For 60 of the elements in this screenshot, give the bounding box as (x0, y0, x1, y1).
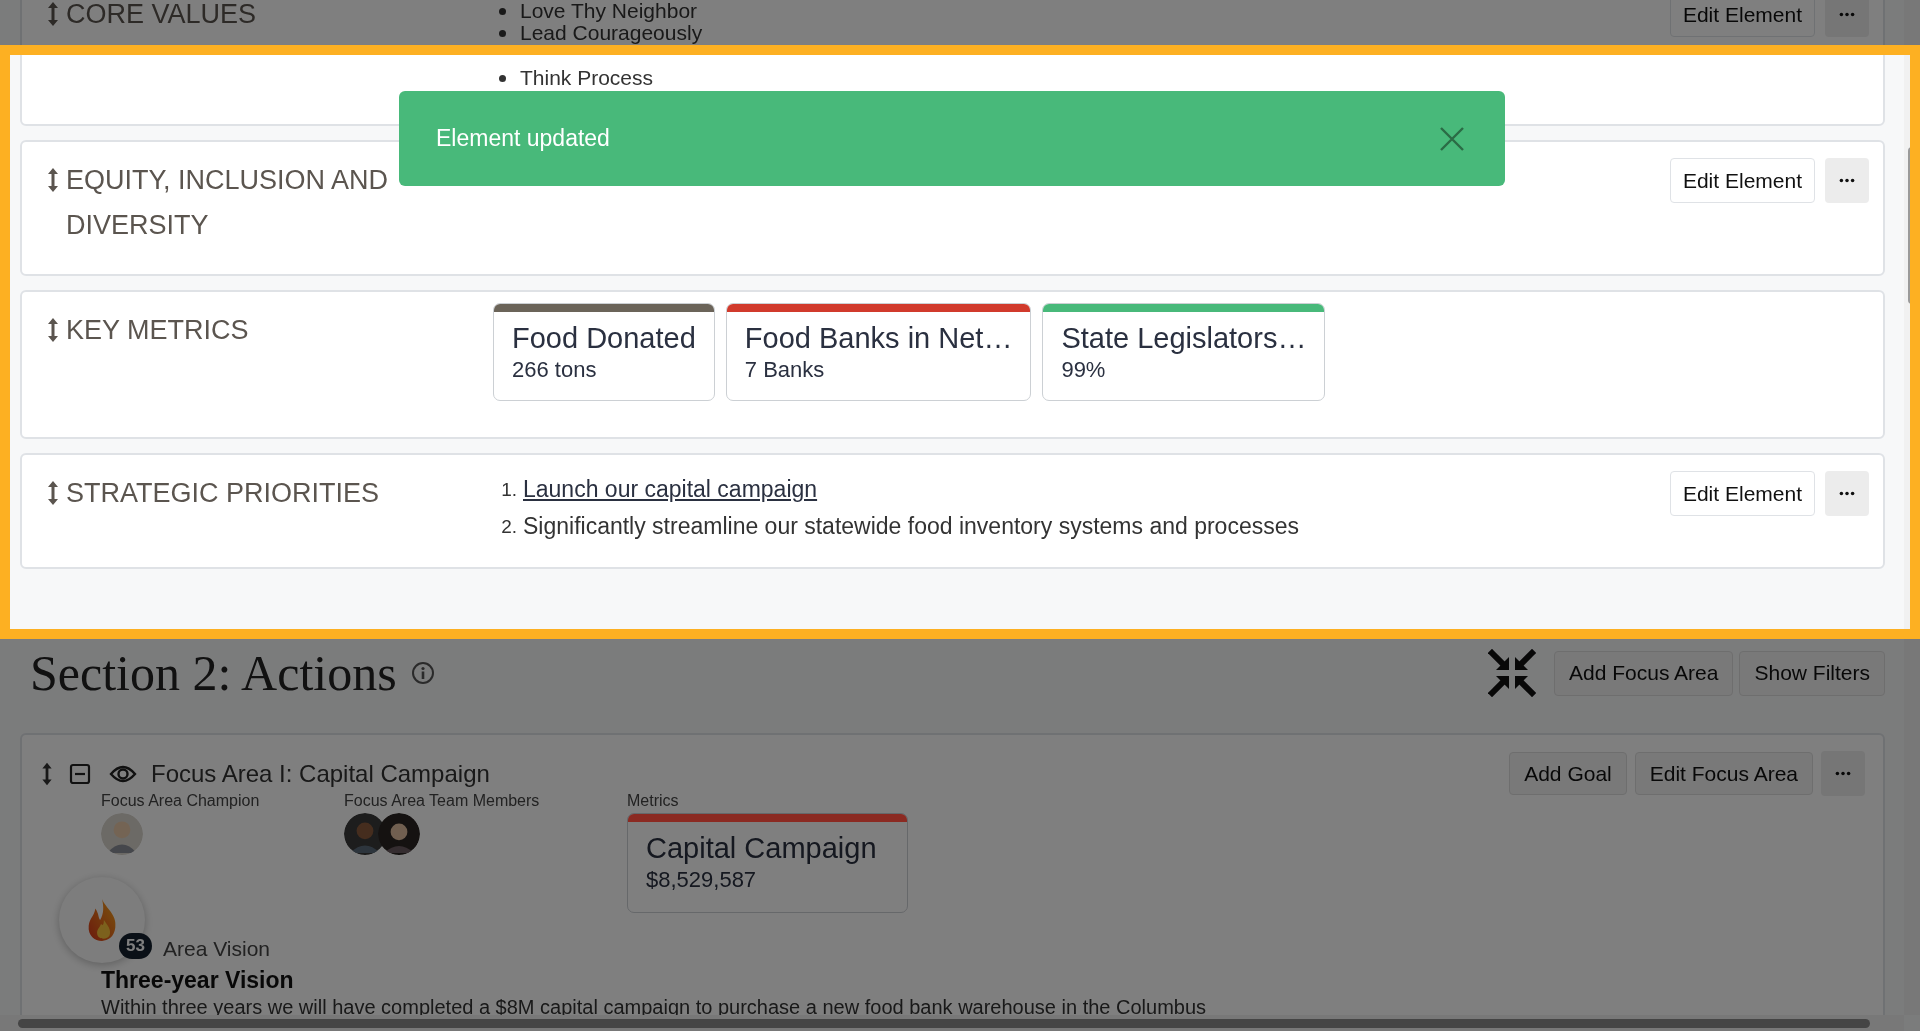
element-title: STRATEGIC PRIORITIES (66, 477, 381, 510)
bullet-icon (499, 29, 506, 37)
toast-message: Element updated (436, 125, 610, 152)
edit-element-button[interactable]: Edit Element (1669, 158, 1815, 203)
vision-text: Within three years we will have completed a $8M capital campaign to purchase a new food bank warehouse in the Columbus (101, 996, 1208, 1018)
more-icon (1839, 178, 1855, 183)
drag-handle-icon[interactable] (45, 479, 61, 507)
info-icon[interactable] (410, 661, 435, 685)
element-title: EQUITY, INCLUSION AND DIVERSITY (66, 164, 390, 242)
field-label: Metrics (627, 791, 680, 811)
vision-title: Three-year Vision (101, 967, 295, 994)
focus-area-title: Focus Area I: Capital Campaign (151, 759, 490, 788)
core-value: Lead Courageously (520, 21, 703, 45)
metric-card[interactable]: State Legislators… 99% (1042, 303, 1326, 401)
field-label: Focus Area Team Members (344, 791, 541, 811)
metric-card[interactable]: Food Donated 266 tons (493, 303, 715, 401)
section-button[interactable]: Show Filters (1739, 650, 1885, 696)
element-title: KEY METRICS (66, 314, 250, 347)
close-icon[interactable] (1439, 125, 1465, 152)
avatar[interactable] (378, 813, 420, 855)
metric-value: 7 Banks (744, 356, 826, 384)
bullet-icon (499, 74, 506, 82)
more-icon (1835, 771, 1851, 776)
collapse-icon[interactable] (69, 762, 91, 785)
horizontal-scrollbar[interactable] (0, 1015, 1904, 1031)
drag-handle-icon[interactable] (45, 166, 61, 194)
priority-link[interactable]: Launch our capital campaign (523, 471, 818, 508)
drag-handle-icon[interactable] (45, 0, 61, 28)
avatar[interactable] (101, 813, 143, 855)
list-number: 1. (500, 478, 517, 501)
metric-title: Capital Campaign (646, 831, 878, 866)
more-icon (1839, 12, 1855, 17)
count-badge: 53 (119, 933, 152, 959)
drag-handle-icon[interactable] (45, 316, 61, 344)
bullet-icon (499, 7, 506, 15)
focus-area-button[interactable]: Edit Focus Area (1634, 752, 1813, 795)
element-title: CORE VALUES (66, 0, 258, 31)
field-label: Area Vision (163, 937, 271, 961)
metric-title: Food Donated (512, 321, 696, 356)
eye-icon[interactable] (109, 763, 137, 784)
metric-value: 266 tons (512, 356, 598, 384)
focus-area-button[interactable]: Add Goal (1509, 752, 1627, 795)
edit-element-button[interactable]: Edit Element (1669, 471, 1815, 516)
field-label: Focus Area Champion (101, 791, 261, 811)
metric-value: $8,529,587 (646, 866, 758, 894)
section-button[interactable]: Add Focus Area (1554, 650, 1734, 696)
list-number: 2. (500, 515, 517, 538)
metric-card[interactable]: Capital Campaign $8,529,587 (627, 813, 908, 913)
collapse-arrows-icon[interactable] (1488, 649, 1537, 697)
priority-text: Significantly streamline our statewide food inventory systems and processes (523, 513, 1299, 540)
edit-element-button[interactable]: Edit Element (1669, 0, 1815, 37)
metric-title: Food Banks in Net… (744, 321, 1013, 356)
metric-value: 99% (1061, 356, 1107, 384)
core-value: Think Process (520, 66, 654, 90)
metric-title: State Legislators… (1061, 321, 1307, 356)
metric-card[interactable]: Food Banks in Net… 7 Banks (725, 303, 1032, 401)
streak-button[interactable] (59, 877, 145, 963)
section-heading: Section 2: Actions (30, 644, 397, 702)
more-icon (1839, 491, 1855, 496)
core-value: Love Thy Neighbor (520, 0, 698, 23)
